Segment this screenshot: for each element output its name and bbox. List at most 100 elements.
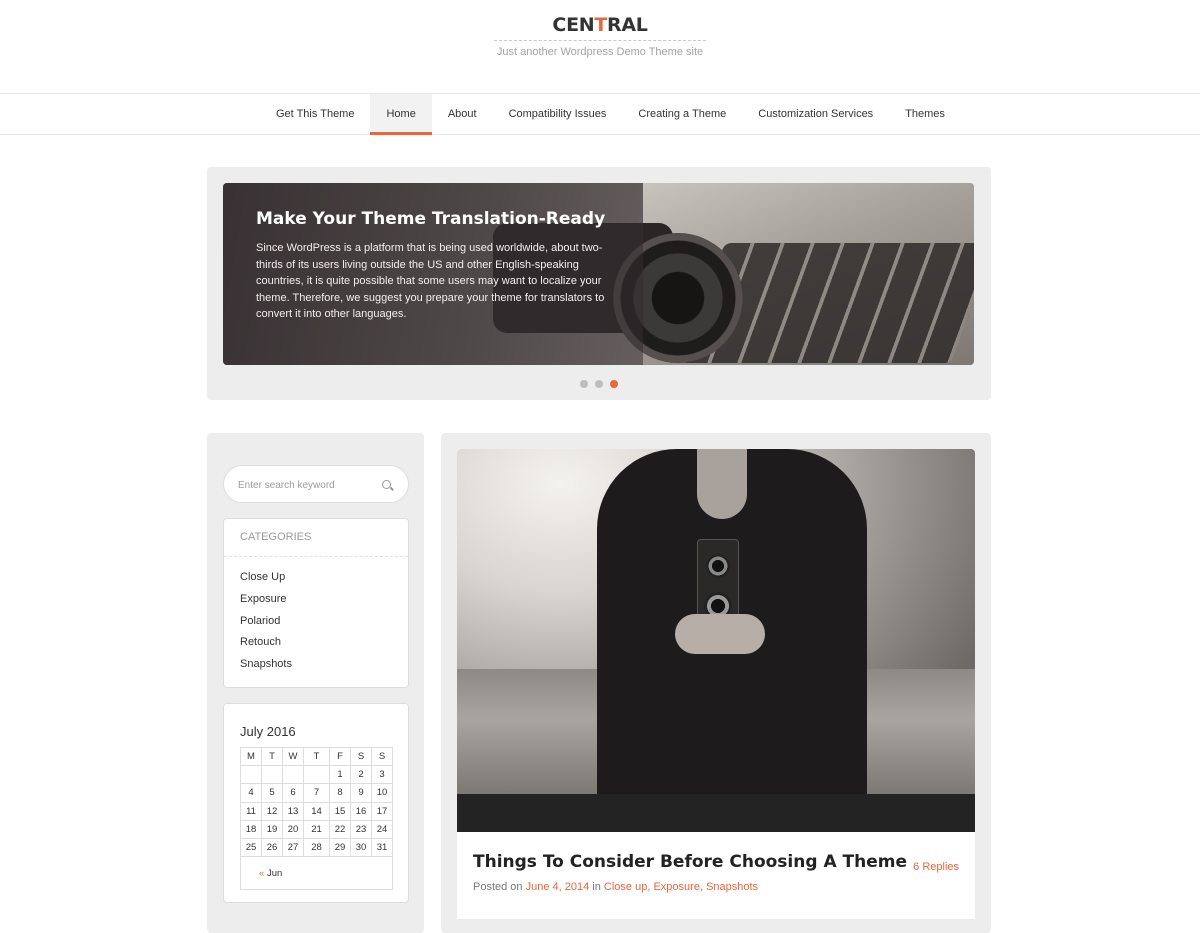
featured-slider: Make Your Theme Translation-Ready Since … bbox=[207, 167, 991, 400]
calendar-day: 5 bbox=[261, 783, 283, 803]
site-branding: CENTRAL bbox=[0, 14, 1200, 41]
post-category-separator: , bbox=[699, 881, 704, 893]
site-title[interactable]: CENTRAL bbox=[494, 14, 706, 41]
slide-title[interactable]: Make Your Theme Translation-Ready bbox=[256, 209, 605, 229]
slider-dot-1[interactable] bbox=[580, 380, 588, 388]
calendar-day: 11 bbox=[240, 801, 262, 821]
nav-menu: Get This Theme Home About Compatibility … bbox=[260, 94, 961, 135]
calendar-prev-cell: « Jun bbox=[240, 856, 393, 891]
calendar-weekday: T bbox=[261, 747, 283, 766]
calendar-day: 21 bbox=[303, 819, 330, 840]
calendar-weekday: S bbox=[371, 747, 393, 766]
calendar-prev-arrow[interactable]: « bbox=[259, 868, 264, 879]
main-navigation: Get This Theme Home About Compatibility … bbox=[0, 93, 1200, 135]
category-link-snapshots[interactable]: Snapshots bbox=[240, 654, 292, 676]
calendar-day: 22 bbox=[329, 819, 351, 840]
widget-divider bbox=[224, 556, 408, 557]
site-tagline: Just another Wordpress Demo Theme site bbox=[496, 46, 704, 58]
calendar-day: 9 bbox=[350, 783, 372, 803]
calendar-week-row: 1 2 3 bbox=[240, 764, 393, 785]
image-camera-lens-top bbox=[706, 554, 730, 578]
calendar-day: 17 bbox=[371, 801, 393, 821]
posted-on-label: Posted on bbox=[473, 881, 523, 893]
calendar-prev-month-link[interactable]: Jun bbox=[267, 868, 282, 879]
calendar-nav-row: « Jun bbox=[240, 856, 393, 891]
slider-dot-2[interactable] bbox=[595, 380, 603, 388]
nav-item-themes[interactable]: Themes bbox=[889, 94, 961, 134]
calendar-day: 14 bbox=[303, 801, 330, 821]
calendar-day: 4 bbox=[240, 783, 262, 803]
calendar-weekday: M bbox=[240, 747, 262, 766]
category-link-retouch[interactable]: Retouch bbox=[240, 632, 292, 654]
post-title[interactable]: Things To Consider Before Choosing A The… bbox=[473, 852, 907, 872]
nav-item-compatibility-issues[interactable]: Compatibility Issues bbox=[493, 94, 623, 134]
slide[interactable]: Make Your Theme Translation-Ready Since … bbox=[223, 183, 974, 365]
post-meta: Posted on June 4, 2014 in Close up, Expo… bbox=[473, 881, 758, 893]
post-replies-link[interactable]: 6 Replies bbox=[913, 861, 959, 873]
calendar-week-row: 18 19 20 21 22 23 24 bbox=[240, 819, 393, 840]
calendar-day bbox=[240, 764, 262, 785]
calendar-day bbox=[261, 764, 283, 785]
slide-text: Since WordPress is a platform that is be… bbox=[256, 242, 605, 321]
categories-widget-title: CATEGORIES bbox=[240, 531, 312, 543]
calendar-day: 6 bbox=[282, 783, 304, 803]
nav-item-about[interactable]: About bbox=[432, 94, 493, 134]
calendar-day: 23 bbox=[350, 819, 372, 840]
calendar-week-row: 25 26 27 28 29 30 31 bbox=[240, 838, 393, 858]
image-person-neck bbox=[697, 449, 747, 519]
slider-dot-3[interactable] bbox=[610, 380, 618, 388]
calendar-caption: July 2016 bbox=[240, 724, 296, 739]
calendar-day: 13 bbox=[282, 801, 304, 821]
post-category-separator: , bbox=[647, 881, 651, 893]
post-date-link[interactable]: June 4, 2014 bbox=[526, 881, 590, 893]
site-header: CENTRAL Just another Wordpress Demo Them… bbox=[0, 0, 1200, 94]
site-title-part2[interactable]: RAL bbox=[607, 14, 648, 36]
calendar-weekday: S bbox=[350, 747, 372, 766]
post-category-snapshots[interactable]: Snapshots bbox=[706, 881, 758, 893]
slider-pagination bbox=[207, 375, 991, 393]
image-hands bbox=[675, 614, 765, 654]
calendar-day: 29 bbox=[329, 838, 351, 858]
calendar-weekday: F bbox=[329, 747, 351, 766]
calendar-weekday: T bbox=[303, 747, 330, 766]
post-in-label: in bbox=[592, 881, 601, 893]
post-image-bar bbox=[457, 794, 975, 832]
category-link-polariod[interactable]: Polariod bbox=[240, 611, 292, 633]
calendar-day: 28 bbox=[303, 838, 330, 858]
category-link-close-up[interactable]: Close Up bbox=[240, 567, 292, 589]
post-category-close-up[interactable]: Close up bbox=[604, 881, 647, 893]
calendar-week-row: 4 5 6 7 8 9 10 bbox=[240, 783, 393, 803]
site-title-accent[interactable]: T bbox=[594, 14, 607, 36]
post-featured-image[interactable] bbox=[457, 449, 975, 794]
search-icon[interactable] bbox=[382, 480, 391, 489]
nav-item-customization-services[interactable]: Customization Services bbox=[742, 94, 889, 134]
site-title-part1[interactable]: CEN bbox=[552, 14, 594, 36]
calendar-day bbox=[282, 764, 304, 785]
categories-list: Close Up Exposure Polariod Retouch Snaps… bbox=[240, 567, 292, 676]
calendar-day: 25 bbox=[240, 838, 262, 858]
calendar-widget: July 2016 M T W T F S S 1 2 3 4 5 6 7 8 … bbox=[223, 703, 409, 903]
calendar-day: 1 bbox=[329, 764, 351, 785]
calendar-day: 19 bbox=[261, 819, 283, 840]
calendar-day: 30 bbox=[350, 838, 372, 858]
calendar-day: 15 bbox=[329, 801, 351, 821]
calendar-day: 20 bbox=[282, 819, 304, 840]
post-category-exposure[interactable]: Exposure bbox=[653, 881, 699, 893]
calendar-day: 31 bbox=[371, 838, 393, 858]
calendar-day: 16 bbox=[350, 801, 372, 821]
sidebar: CATEGORIES Close Up Exposure Polariod Re… bbox=[207, 433, 424, 933]
calendar-day bbox=[303, 764, 330, 785]
categories-widget: CATEGORIES Close Up Exposure Polariod Re… bbox=[223, 518, 409, 688]
calendar-day: 7 bbox=[303, 783, 330, 803]
nav-item-get-this-theme[interactable]: Get This Theme bbox=[260, 94, 370, 134]
calendar-day: 18 bbox=[240, 819, 262, 840]
search-form bbox=[223, 465, 409, 503]
calendar-day: 24 bbox=[371, 819, 393, 840]
calendar-weekday-row: M T W T F S S bbox=[240, 747, 393, 766]
nav-item-creating-a-theme[interactable]: Creating a Theme bbox=[622, 94, 742, 134]
category-link-exposure[interactable]: Exposure bbox=[240, 589, 292, 611]
nav-item-home[interactable]: Home bbox=[370, 94, 433, 135]
search-input[interactable] bbox=[238, 476, 378, 494]
calendar-day: 2 bbox=[350, 764, 372, 785]
calendar-table: M T W T F S S 1 2 3 4 5 6 7 8 9 10 11 12… bbox=[240, 747, 393, 891]
